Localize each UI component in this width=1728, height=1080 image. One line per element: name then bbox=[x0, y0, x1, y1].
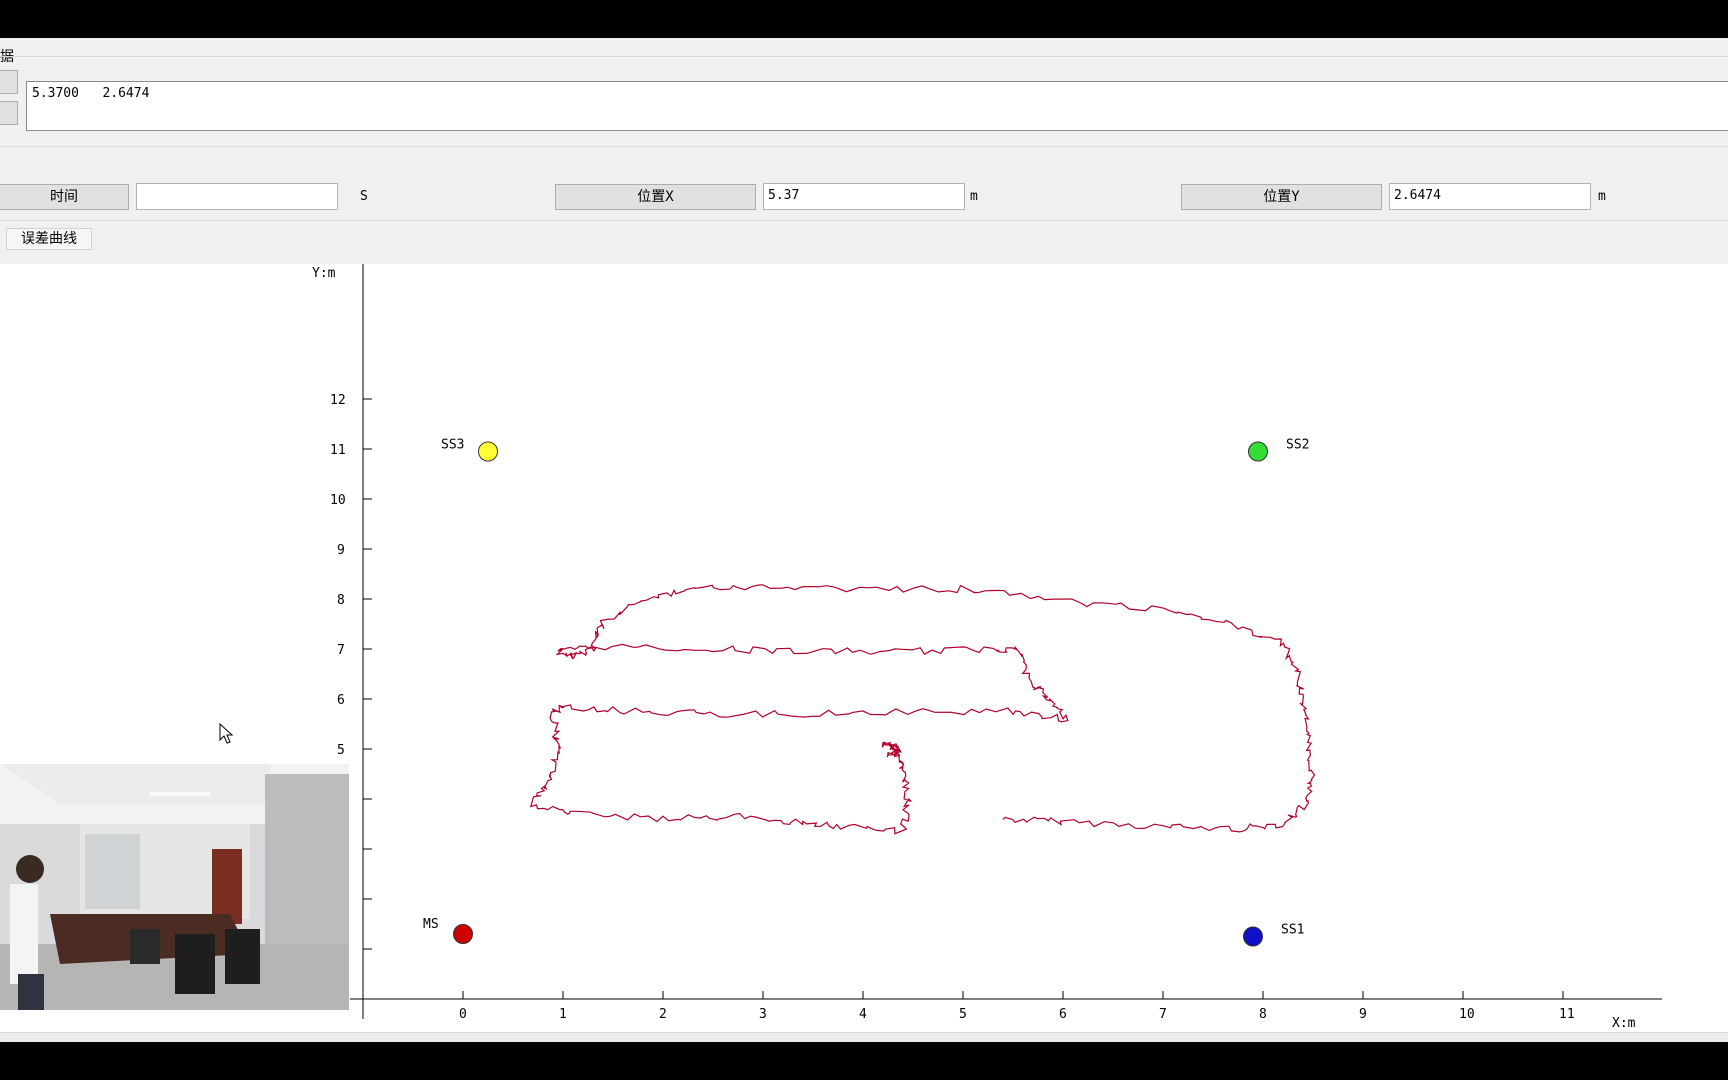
position-x-button[interactable]: 位置X bbox=[555, 184, 756, 210]
x-tick-label: 7 bbox=[1159, 1007, 1167, 1022]
station-label-ss2: SS2 bbox=[1286, 438, 1309, 453]
y-tick-label: 12 bbox=[330, 393, 346, 408]
y-tick-label: 7 bbox=[337, 643, 345, 658]
x-tick-label: 3 bbox=[759, 1007, 767, 1022]
x-tick-label: 5 bbox=[959, 1007, 967, 1022]
room-photo bbox=[0, 764, 349, 1010]
section-divider bbox=[0, 146, 1728, 147]
x-tick-label: 11 bbox=[1559, 1007, 1575, 1022]
x-tick-label: 8 bbox=[1259, 1007, 1267, 1022]
video-letterbox-bottom bbox=[0, 1042, 1728, 1080]
x-tick-label: 0 bbox=[459, 1007, 467, 1022]
tab-strip-divider bbox=[0, 220, 1728, 221]
x-tick-label: 2 bbox=[659, 1007, 667, 1022]
station-marker-ss3 bbox=[478, 441, 498, 462]
time-button[interactable]: 时间 bbox=[0, 184, 129, 210]
x-tick-label: 6 bbox=[1059, 1007, 1067, 1022]
stub-button-1[interactable] bbox=[0, 70, 18, 94]
y-tick-label: 8 bbox=[337, 593, 345, 608]
station-label-ss3: SS3 bbox=[441, 438, 464, 453]
stub-button-2[interactable] bbox=[0, 101, 18, 125]
y-tick-label: 11 bbox=[330, 443, 346, 458]
result-output[interactable]: 5.3700 2.6474 bbox=[26, 81, 1728, 131]
time-field[interactable] bbox=[136, 183, 338, 210]
station-marker-ss1 bbox=[1243, 926, 1263, 947]
station-label-ms: MS bbox=[423, 917, 439, 932]
tab-error-curve[interactable]: 误差曲线 bbox=[6, 228, 92, 250]
x-tick-label: 1 bbox=[559, 1007, 567, 1022]
video-letterbox-top bbox=[0, 0, 1728, 38]
y-tick-label: 10 bbox=[330, 493, 346, 508]
y-tick-label: 6 bbox=[337, 693, 345, 708]
camera-video-inset bbox=[0, 764, 349, 1010]
position-y-button[interactable]: 位置Y bbox=[1181, 184, 1382, 210]
x-axis-label: X:m bbox=[1612, 1016, 1636, 1031]
station-marker-ms bbox=[453, 924, 473, 944]
mouse-cursor-icon bbox=[219, 722, 234, 744]
y-tick-label: 9 bbox=[337, 543, 345, 558]
station-label-ss1: SS1 bbox=[1281, 923, 1304, 938]
app-window: 据 5.3700 2.6474 时间 S 位置X 5.37 m 位置Y 2.64… bbox=[0, 38, 1728, 1043]
position-x-field[interactable]: 5.37 bbox=[763, 183, 965, 210]
position-y-unit: m bbox=[1598, 189, 1606, 204]
plot-panel: 012345678910113456789101112Y:mX:mSS3SS2S… bbox=[0, 264, 1728, 1032]
x-tick-label: 10 bbox=[1459, 1007, 1475, 1022]
x-tick-label: 4 bbox=[859, 1007, 867, 1022]
position-y-field[interactable]: 2.6474 bbox=[1389, 183, 1591, 210]
y-tick-label: 5 bbox=[337, 743, 345, 758]
station-marker-ss2 bbox=[1248, 441, 1268, 462]
position-x-unit: m bbox=[970, 189, 978, 204]
trajectory-line bbox=[529, 584, 1316, 835]
group-divider bbox=[0, 56, 1728, 57]
y-axis-label: Y:m bbox=[312, 266, 336, 281]
x-tick-label: 9 bbox=[1359, 1007, 1367, 1022]
time-unit: S bbox=[360, 189, 368, 204]
